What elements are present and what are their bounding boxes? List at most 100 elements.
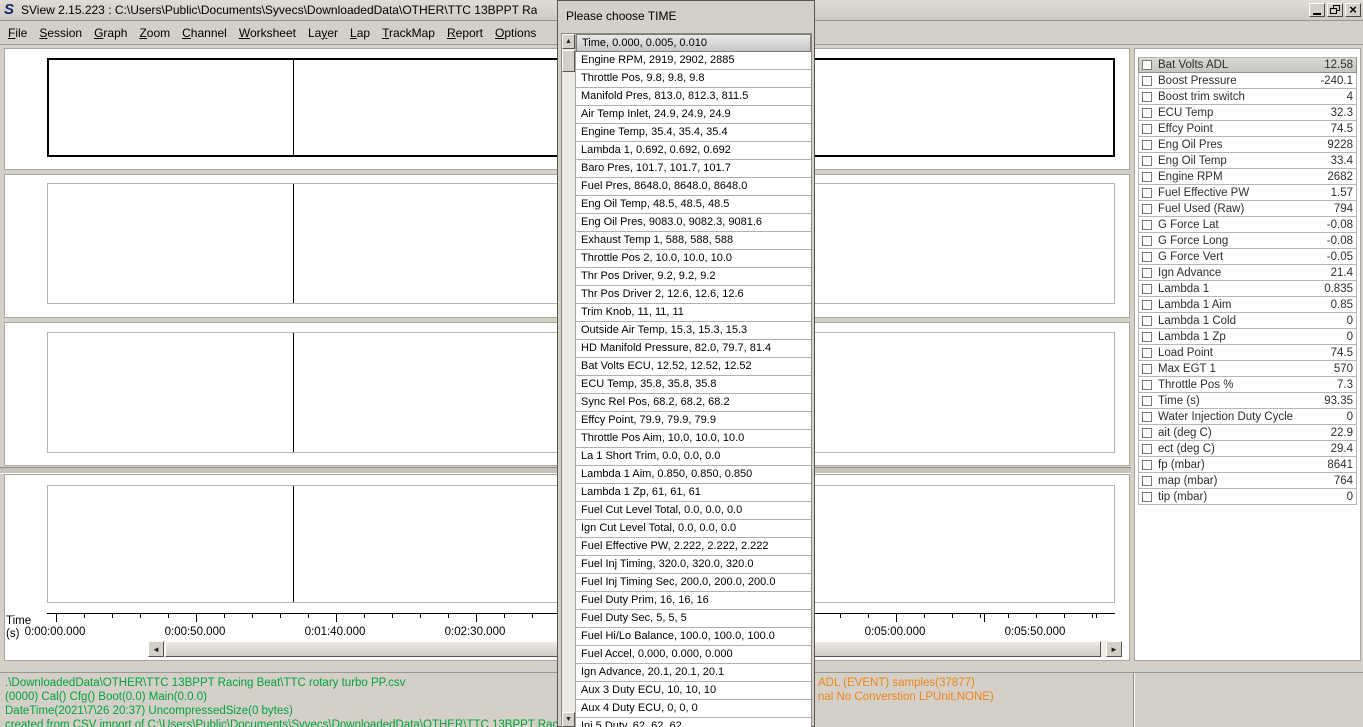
popup-channel-option[interactable]: HD Manifold Pressure, 82.0, 79.7, 81.4 [576, 340, 811, 358]
channel-checkbox[interactable] [1142, 172, 1152, 182]
channel-checkbox[interactable] [1142, 76, 1152, 86]
channel-checkbox[interactable] [1142, 444, 1152, 454]
channel-checkbox[interactable] [1142, 140, 1152, 150]
channel-checkbox[interactable] [1142, 492, 1152, 502]
popup-channel-option[interactable]: Ign Advance, 20.1, 20.1, 20.1 [576, 664, 811, 682]
popup-channel-option[interactable]: Inj 5 Duty, 62, 62, 62 [576, 718, 811, 727]
popup-channel-option[interactable]: Baro Pres, 101.7, 101.7, 101.7 [576, 160, 811, 178]
popup-channel-option[interactable]: Manifold Pres, 813.0, 812.3, 811.5 [576, 88, 811, 106]
popup-channel-option[interactable]: La 1 Short Trim, 0.0, 0.0, 0.0 [576, 448, 811, 466]
channel-checkbox[interactable] [1142, 124, 1152, 134]
menu-item[interactable]: Lap [344, 23, 376, 43]
popup-channel-option[interactable]: Sync Rel Pos, 68.2, 68.2, 68.2 [576, 394, 811, 412]
popup-channel-option[interactable]: Fuel Accel, 0.000, 0.000, 0.000 [576, 646, 811, 664]
popup-channel-option[interactable]: Lambda 1 Aim, 0.850, 0.850, 0.850 [576, 466, 811, 484]
scroll-right-button[interactable]: ► [1106, 641, 1122, 657]
popup-channel-option[interactable]: Time, 0.000, 0.005, 0.010 [576, 34, 811, 52]
popup-channel-option[interactable]: Lambda 1 Zp, 61, 61, 61 [576, 484, 811, 502]
channel-value-row[interactable]: Engine RPM 2682 [1138, 169, 1357, 185]
channel-checkbox[interactable] [1142, 348, 1152, 358]
channel-value-row[interactable]: Eng Oil Pres 9228 [1138, 137, 1357, 153]
popup-channel-option[interactable]: Thr Pos Driver 2, 12.6, 12.6, 12.6 [576, 286, 811, 304]
channel-checkbox[interactable] [1142, 332, 1152, 342]
popup-channel-option[interactable]: Outside Air Temp, 15.3, 15.3, 15.3 [576, 322, 811, 340]
channel-value-row[interactable]: fp (mbar) 8641 [1138, 457, 1357, 473]
channel-checkbox[interactable] [1142, 92, 1152, 102]
channel-checkbox[interactable] [1142, 380, 1152, 390]
popup-channel-option[interactable]: Fuel Duty Sec, 5, 5, 5 [576, 610, 811, 628]
menu-item[interactable]: TrackMap [376, 23, 441, 43]
popup-channel-option[interactable]: Exhaust Temp 1, 588, 588, 588 [576, 232, 811, 250]
popup-channel-option[interactable]: Lambda 1, 0.692, 0.692, 0.692 [576, 142, 811, 160]
channel-checkbox[interactable] [1142, 156, 1152, 166]
channel-value-row[interactable]: ect (deg C) 29.4 [1138, 441, 1357, 457]
channel-value-row[interactable]: map (mbar) 764 [1138, 473, 1357, 489]
channel-checkbox[interactable] [1142, 268, 1152, 278]
channel-value-row[interactable]: Bat Volts ADL 12.58 [1138, 57, 1357, 73]
channel-value-row[interactable]: Lambda 1 0.835 [1138, 281, 1357, 297]
menu-item[interactable]: Zoom [133, 23, 176, 43]
popup-channel-option[interactable]: Fuel Cut Level Total, 0.0, 0.0, 0.0 [576, 502, 811, 520]
channel-value-row[interactable]: Ign Advance 21.4 [1138, 265, 1357, 281]
popup-channel-option[interactable]: Fuel Effective PW, 2.222, 2.222, 2.222 [576, 538, 811, 556]
channel-checkbox[interactable] [1142, 476, 1152, 486]
channel-checkbox[interactable] [1142, 108, 1152, 118]
popup-channel-option[interactable]: Air Temp Inlet, 24.9, 24.9, 24.9 [576, 106, 811, 124]
popup-channel-option[interactable]: Fuel Hi/Lo Balance, 100.0, 100.0, 100.0 [576, 628, 811, 646]
popup-channel-option[interactable]: Throttle Pos, 9.8, 9.8, 9.8 [576, 70, 811, 88]
popup-channel-option[interactable]: Trim Knob, 11, 11, 11 [576, 304, 811, 322]
channel-value-row[interactable]: Boost Pressure -240.1 [1138, 73, 1357, 89]
menu-item[interactable]: File [2, 23, 33, 43]
channel-checkbox[interactable] [1142, 364, 1152, 374]
popup-channel-option[interactable]: Fuel Pres, 8648.0, 8648.0, 8648.0 [576, 178, 811, 196]
channel-value-row[interactable]: Fuel Used (Raw) 794 [1138, 201, 1357, 217]
channel-value-row[interactable]: ECU Temp 32.3 [1138, 105, 1357, 121]
channel-value-row[interactable]: Load Point 74.5 [1138, 345, 1357, 361]
channel-checkbox[interactable] [1142, 204, 1152, 214]
popup-channel-option[interactable]: Effcy Point, 79.9, 79.9, 79.9 [576, 412, 811, 430]
menu-item[interactable]: Channel [176, 23, 233, 43]
channel-value-row[interactable]: G Force Vert -0.05 [1138, 249, 1357, 265]
channel-checkbox[interactable] [1142, 460, 1152, 470]
channel-value-row[interactable]: Lambda 1 Cold 0 [1138, 313, 1357, 329]
channel-value-row[interactable]: Time (s) 93.35 [1138, 393, 1357, 409]
channel-checkbox[interactable] [1142, 412, 1152, 422]
channel-value-row[interactable]: Water Injection Duty Cycle 0 [1138, 409, 1357, 425]
popup-channel-option[interactable]: Bat Volts ECU, 12.52, 12.52, 12.52 [576, 358, 811, 376]
minimize-button[interactable] [1309, 3, 1325, 17]
channel-value-row[interactable]: G Force Long -0.08 [1138, 233, 1357, 249]
channel-checkbox[interactable] [1142, 252, 1152, 262]
popup-channel-option[interactable]: Ign Cut Level Total, 0.0, 0.0, 0.0 [576, 520, 811, 538]
menu-item[interactable]: Layer [302, 23, 344, 43]
channel-value-row[interactable]: Eng Oil Temp 33.4 [1138, 153, 1357, 169]
popup-channel-option[interactable]: Throttle Pos Aim, 10.0, 10.0, 10.0 [576, 430, 811, 448]
popup-channel-option[interactable]: Engine RPM, 2919, 2902, 2885 [576, 52, 811, 70]
popup-channel-option[interactable]: Throttle Pos 2, 10.0, 10.0, 10.0 [576, 250, 811, 268]
channel-checkbox[interactable] [1142, 396, 1152, 406]
popup-channel-option[interactable]: Aux 4 Duty ECU, 0, 0, 0 [576, 700, 811, 718]
popup-channel-option[interactable]: Fuel Inj Timing Sec, 200.0, 200.0, 200.0 [576, 574, 811, 592]
channel-checkbox[interactable] [1142, 60, 1152, 70]
popup-channel-option[interactable]: Thr Pos Driver, 9.2, 9.2, 9.2 [576, 268, 811, 286]
channel-value-row[interactable]: Lambda 1 Zp 0 [1138, 329, 1357, 345]
channel-value-row[interactable]: Boost trim switch 4 [1138, 89, 1357, 105]
channel-value-row[interactable]: Fuel Effective PW 1.57 [1138, 185, 1357, 201]
popup-scrollbar-thumb[interactable] [562, 50, 575, 72]
popup-scroll-down-button[interactable]: ▼ [562, 712, 575, 727]
popup-channel-option[interactable]: Engine Temp, 35.4, 35.4, 35.4 [576, 124, 811, 142]
channel-value-row[interactable]: Max EGT 1 570 [1138, 361, 1357, 377]
channel-checkbox[interactable] [1142, 428, 1152, 438]
menu-item[interactable]: Session [33, 23, 88, 43]
close-button[interactable]: × [1345, 3, 1361, 17]
channel-value-row[interactable]: G Force Lat -0.08 [1138, 217, 1357, 233]
popup-channel-option[interactable]: ECU Temp, 35.8, 35.8, 35.8 [576, 376, 811, 394]
channel-checkbox[interactable] [1142, 316, 1152, 326]
menu-item[interactable]: Options [489, 23, 542, 43]
menu-item[interactable]: Worksheet [233, 23, 302, 43]
channel-checkbox[interactable] [1142, 300, 1152, 310]
channel-value-row[interactable]: tip (mbar) 0 [1138, 489, 1357, 505]
menu-item[interactable]: Graph [88, 23, 133, 43]
channel-value-row[interactable]: ait (deg C) 22.9 [1138, 425, 1357, 441]
channel-checkbox[interactable] [1142, 188, 1152, 198]
menu-item[interactable]: Report [441, 23, 489, 43]
